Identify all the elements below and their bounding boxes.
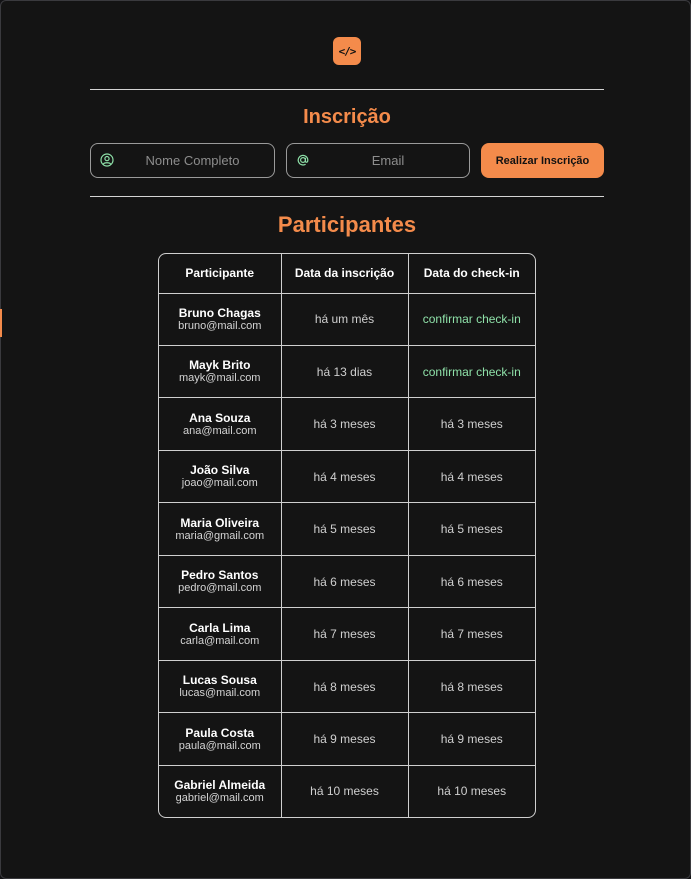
participant-cell: Bruno Chagas bruno@mail.com <box>159 293 282 346</box>
table-row: Maria Oliveira maria@gmail.com há 5 meses… <box>159 502 535 556</box>
table-row: Gabriel Almeida gabriel@mail.com há 10 me… <box>159 765 535 817</box>
participant-name: Pedro Santos <box>181 568 259 583</box>
participant-cell: Paula Costa paula@mail.com <box>159 712 282 766</box>
registration-date: há um mês <box>281 293 409 346</box>
registration-date: há 10 meses <box>281 765 409 817</box>
registration-date: há 5 meses <box>281 502 409 556</box>
participant-email: ana@mail.com <box>182 424 257 437</box>
table-row: Pedro Santos pedro@mail.com há 6 meses há… <box>159 555 535 609</box>
participant-cell: Carla Lima carla@mail.com <box>159 607 282 661</box>
registration-date: há 4 meses <box>281 450 409 504</box>
header-participant: Participante <box>159 254 282 294</box>
header-checkin-date: Data do check-in <box>408 254 535 294</box>
participant-email: bruno@mail.com <box>178 319 262 332</box>
participant-cell: Lucas Sousa lucas@mail.com <box>159 660 282 714</box>
table-row: Paula Costa paula@mail.com há 9 meses há … <box>159 712 535 766</box>
participant-email: mayk@mail.com <box>179 372 261 385</box>
participant-email: lucas@mail.com <box>179 687 261 700</box>
participant-name: Mayk Brito <box>189 358 251 373</box>
at-sign-icon <box>296 153 310 167</box>
participant-cell: Pedro Santos pedro@mail.com <box>159 555 282 609</box>
user-circle-icon <box>100 153 114 167</box>
middle-divider <box>90 196 604 197</box>
table-row: João Silva joao@mail.com há 4 meses há 4 … <box>159 450 535 504</box>
registration-date: há 8 meses <box>281 660 409 714</box>
table-row: Bruno Chagas bruno@mail.com há um mês con… <box>159 293 535 346</box>
registration-date: há 9 meses <box>281 712 409 766</box>
table-row: Ana Souza ana@mail.com há 3 meses há 3 me… <box>159 397 535 451</box>
participant-name: Bruno Chagas <box>178 305 261 320</box>
participant-email: carla@mail.com <box>180 634 260 647</box>
participant-name: Gabriel Almeida <box>174 777 266 792</box>
name-field[interactable] <box>90 143 275 178</box>
email-input[interactable] <box>315 144 461 177</box>
participants-title: Participantes <box>277 212 417 237</box>
checkin-date: há 5 meses <box>408 502 535 556</box>
top-divider <box>90 89 604 90</box>
table-header-row: Participante Data da inscrição Data do c… <box>159 254 535 294</box>
email-field[interactable] <box>286 143 470 178</box>
table-row: Mayk Brito mayk@mail.com há 13 dias confi… <box>159 345 535 399</box>
participant-email: pedro@mail.com <box>178 582 262 595</box>
confirm-checkin-button[interactable]: confirmar check-in <box>423 365 521 379</box>
participant-cell: João Silva joao@mail.com <box>159 450 282 504</box>
participant-email: paula@mail.com <box>178 739 261 752</box>
registration-date: há 3 meses <box>281 397 409 451</box>
participant-name: Ana Souza <box>189 410 251 425</box>
participant-email: joao@mail.com <box>181 477 258 490</box>
participant-cell: Mayk Brito mayk@mail.com <box>159 345 282 399</box>
checkin-date: há 9 meses <box>408 712 535 766</box>
checkin-date: há 3 meses <box>408 397 535 451</box>
checkin-date: há 10 meses <box>437 784 507 799</box>
checkin-date: há 6 meses <box>408 555 535 609</box>
participant-email: maria@gmail.com <box>175 529 265 542</box>
submit-registration-button[interactable]: Realizar Inscrição <box>481 143 604 178</box>
checkin-date: há 4 meses <box>408 450 535 504</box>
table-row: Lucas Sousa lucas@mail.com há 8 meses há … <box>159 660 535 714</box>
participants-table: Participante Data da inscrição Data do c… <box>158 253 536 818</box>
participant-name: Lucas Sousa <box>182 673 257 688</box>
registration-date: há 7 meses <box>281 607 409 661</box>
participant-name: Paula Costa <box>185 725 255 740</box>
checkin-date: há 8 meses <box>408 660 535 714</box>
participant-name: Maria Oliveira <box>180 515 260 530</box>
participant-cell: Gabriel Almeida gabriel@mail.com <box>159 765 282 817</box>
checkin-date: há 7 meses <box>408 607 535 661</box>
participant-cell: Maria Oliveira maria@gmail.com <box>159 502 282 556</box>
participant-name: João Silva <box>190 463 250 478</box>
header-registration-date: Data da inscrição <box>281 254 409 294</box>
code-icon: </> <box>333 37 361 65</box>
scroll-indicator <box>0 309 2 337</box>
participant-cell: Ana Souza ana@mail.com <box>159 397 282 451</box>
confirm-checkin-button[interactable]: confirmar check-in <box>423 312 521 326</box>
table-row: Carla Lima carla@mail.com há 7 meses há 7… <box>159 607 535 661</box>
name-input[interactable] <box>119 144 266 177</box>
participant-name: Carla Lima <box>189 620 251 635</box>
participant-email: gabriel@mail.com <box>175 791 264 804</box>
registration-date: há 6 meses <box>281 555 409 609</box>
form-title: Inscrição <box>303 106 391 128</box>
registration-date: há 13 dias <box>281 345 409 399</box>
